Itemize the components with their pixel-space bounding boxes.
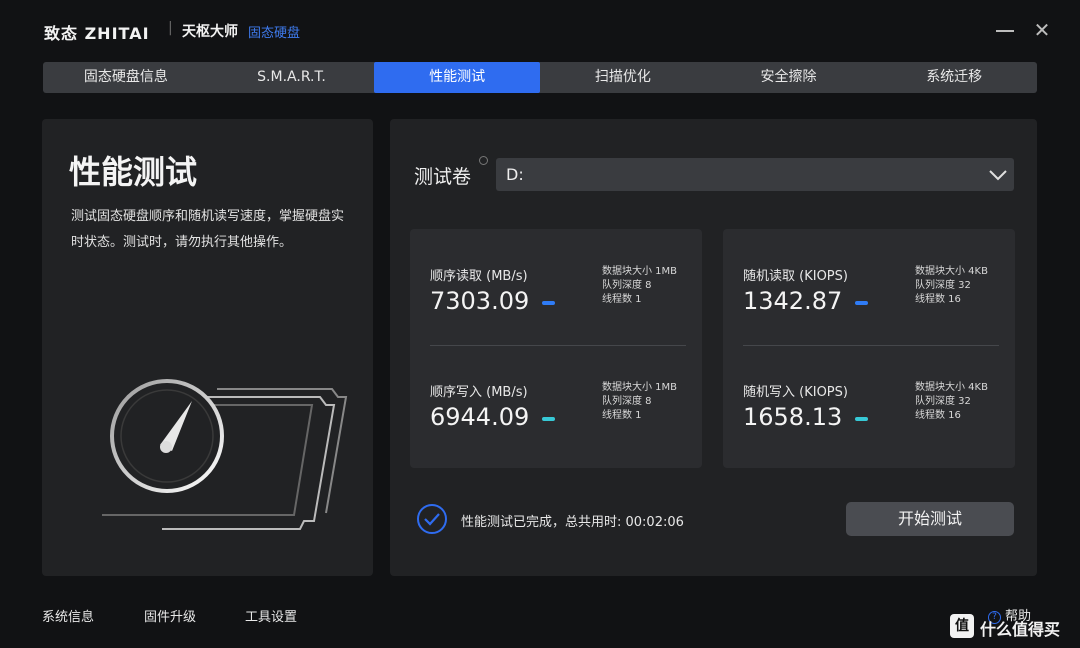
param-threads: 线程数 16 [915, 294, 961, 305]
product-subtitle: 固态硬盘 [248, 26, 301, 41]
param-threads: 线程数 16 [915, 410, 961, 421]
rand-write-metric: 随机写入 (KIOPS) 1658.13 数据块大小 4KB 队列深度 32 线… [743, 381, 999, 451]
watermark: 值 什么值得买 [950, 614, 1074, 642]
main-tabs: 固态硬盘信息 S.M.A.R.T. 性能测试 扫描优化 安全擦除 系统迁移 [43, 62, 1037, 93]
param-block-size: 数据块大小 1MB [602, 266, 678, 277]
sequential-results-card: 顺序读取 (MB/s) 7303.09 数据块大小 1MB 队列深度 8 线程数… [410, 229, 702, 468]
info-icon[interactable] [479, 156, 488, 165]
intro-panel: 性能测试 测试固态硬盘顺序和随机读写速度，掌握硬盘实时状态。测试时，请勿执行其他… [42, 119, 373, 576]
rand-read-metric: 随机读取 (KIOPS) 1342.87 数据块大小 4KB 队列深度 32 线… [743, 265, 999, 335]
metric-value: 7303.09 [430, 287, 530, 315]
param-queue-depth: 队列深度 8 [602, 396, 652, 407]
seq-write-metric: 顺序写入 (MB/s) 6944.09 数据块大小 1MB 队列深度 8 线程数… [430, 381, 686, 451]
tab-secure-erase[interactable]: 安全擦除 [706, 62, 872, 93]
seq-read-metric: 顺序读取 (MB/s) 7303.09 数据块大小 1MB 队列深度 8 线程数… [430, 265, 686, 335]
param-threads: 线程数 1 [602, 410, 642, 421]
footer-tool-settings[interactable]: 工具设置 [245, 606, 297, 625]
metric-label: 顺序写入 (MB/s) [430, 385, 528, 400]
metric-params: 数据块大小 4KB 队列深度 32 线程数 16 [915, 381, 988, 423]
card-divider [743, 345, 999, 346]
footer-firmware-upgrade[interactable]: 固件升级 [144, 606, 196, 625]
param-queue-depth: 队列深度 32 [915, 396, 971, 407]
metric-label: 随机读取 (KIOPS) [743, 269, 848, 284]
test-volume-label: 测试卷 [414, 166, 472, 188]
metric-params: 数据块大小 1MB 队列深度 8 线程数 1 [602, 381, 677, 423]
minimize-icon[interactable] [996, 30, 1014, 32]
metric-value: 1342.87 [743, 287, 843, 315]
metric-params: 数据块大小 4KB 队列深度 32 线程数 16 [915, 265, 988, 307]
brand-separator: | [168, 20, 173, 36]
tab-ssd-info[interactable]: 固态硬盘信息 [43, 62, 209, 93]
param-queue-depth: 队列深度 8 [602, 280, 652, 291]
test-volume-value: D: [506, 165, 524, 184]
start-test-button[interactable]: 开始测试 [846, 502, 1014, 536]
random-results-card: 随机读取 (KIOPS) 1342.87 数据块大小 4KB 队列深度 32 线… [723, 229, 1015, 468]
watermark-logo-icon: 值 [950, 614, 974, 638]
page-title: 性能测试 [69, 153, 198, 191]
title-bar: 致态 ZHITAI | 天枢大师 固态硬盘 ✕ [0, 0, 1080, 60]
param-queue-depth: 队列深度 32 [915, 280, 971, 291]
speed-illustration-icon [62, 379, 348, 530]
test-panel: 测试卷 D: 顺序读取 (MB/s) 7303.09 数据块大小 1MB 队列深… [390, 119, 1037, 576]
tab-performance-test[interactable]: 性能测试 [374, 62, 541, 93]
write-indicator-icon [855, 417, 868, 421]
brand-logo: 致态 ZHITAI [44, 24, 150, 43]
test-volume-select[interactable]: D: [496, 158, 1014, 191]
param-block-size: 数据块大小 1MB [602, 382, 678, 393]
tab-system-migration[interactable]: 系统迁移 [871, 62, 1037, 93]
product-name: 天枢大师 [182, 24, 238, 40]
metric-value: 6944.09 [430, 403, 530, 431]
card-divider [430, 345, 686, 346]
check-circle-icon [417, 504, 447, 534]
tab-smart[interactable]: S.M.A.R.T. [209, 62, 375, 93]
read-indicator-icon [542, 301, 555, 305]
metric-label: 随机写入 (KIOPS) [743, 385, 848, 400]
param-threads: 线程数 1 [602, 294, 642, 305]
footer-system-info[interactable]: 系统信息 [42, 606, 94, 625]
metric-params: 数据块大小 1MB 队列深度 8 线程数 1 [602, 265, 677, 307]
close-icon[interactable]: ✕ [1031, 19, 1053, 41]
param-block-size: 数据块大小 4KB [915, 382, 988, 393]
page-description: 测试固态硬盘顺序和随机读写速度，掌握硬盘实时状态。测试时，请勿执行其他操作。 [71, 209, 345, 250]
param-block-size: 数据块大小 4KB [915, 266, 988, 277]
chevron-down-icon [989, 170, 1007, 181]
write-indicator-icon [542, 417, 555, 421]
metric-value: 1658.13 [743, 403, 843, 431]
watermark-text: 什么值得买 [980, 620, 1061, 639]
metric-label: 顺序读取 (MB/s) [430, 269, 528, 284]
tab-scan-optimize[interactable]: 扫描优化 [540, 62, 706, 93]
test-status-text: 性能测试已完成，总共用时: 00:02:06 [461, 515, 684, 530]
read-indicator-icon [855, 301, 868, 305]
